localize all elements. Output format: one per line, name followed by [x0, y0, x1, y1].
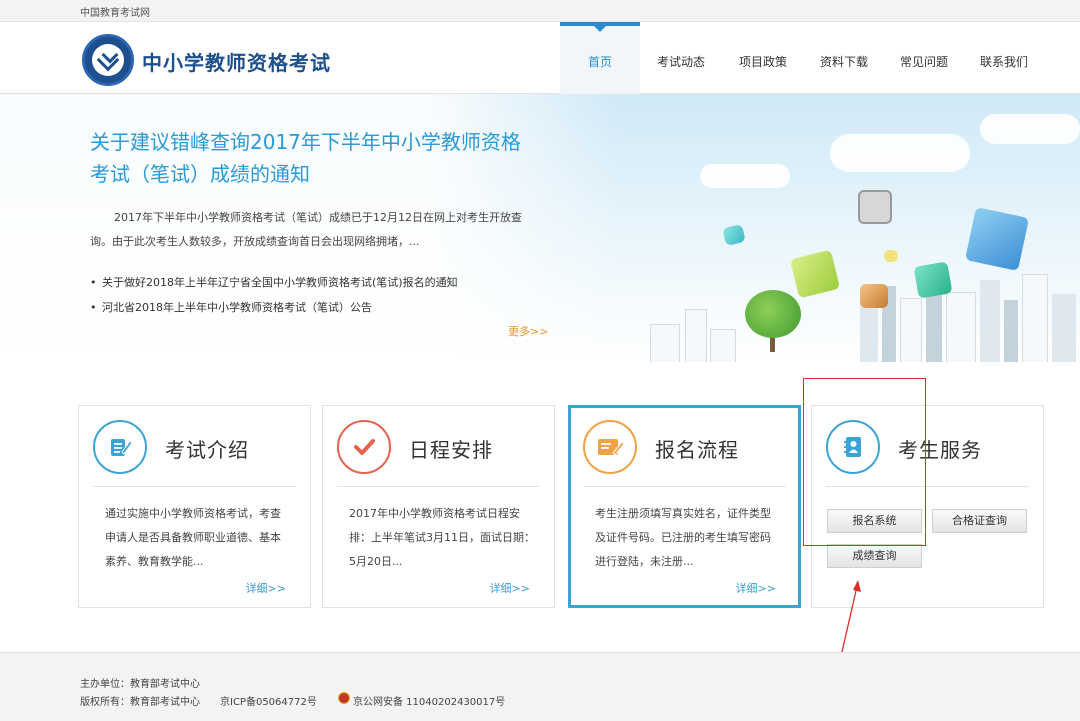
document-edit-icon: [93, 420, 147, 474]
footer: 主办单位：教育部考试中心 版权所有：教育部考试中心 京ICP备05064772号…: [0, 652, 1080, 721]
cube-decoration: [858, 190, 892, 224]
card-text: 通过实施中小学教师资格考试，考查申请人是否具备教师职业道德、基本素养、教育教学能…: [105, 507, 281, 568]
news-headline[interactable]: 关于建议错峰查询2017年下半年中小学教师资格考试（笔试）成绩的通知: [90, 126, 540, 190]
cube-decoration: [913, 261, 953, 299]
top-strip: 中国教育考试网: [0, 0, 1080, 22]
nav-home[interactable]: 首页: [560, 22, 640, 94]
news-summary: 2017年下半年中小学教师资格考试（笔试）成绩已于12月12日在网上对考生开放查…: [90, 211, 522, 248]
card-title: 考试介绍: [165, 438, 249, 462]
card-more-link[interactable]: 详细>>: [736, 580, 776, 596]
main-nav: 首页 考试动态 项目政策 资料下载 常见问题 联系我们: [560, 22, 1044, 94]
cube-decoration: [884, 250, 898, 262]
nav-policy[interactable]: 项目政策: [722, 22, 804, 94]
site-link[interactable]: 中国教育考试网: [80, 4, 150, 19]
logo-icon[interactable]: [82, 34, 134, 86]
nav-exam-news[interactable]: 考试动态: [640, 22, 722, 94]
news-item[interactable]: 河北省2018年上半年中小学教师资格考试（笔试）公告: [90, 295, 458, 320]
annotation-highlight-box: [803, 378, 926, 546]
cube-decoration: [860, 284, 888, 308]
cloud-decoration: [980, 114, 1080, 144]
news-banner: 关于建议错峰查询2017年下半年中小学教师资格考试（笔试）成绩的通知 2017年…: [0, 94, 1080, 362]
police-badge-icon: [338, 692, 350, 704]
nav-downloads[interactable]: 资料下载: [804, 22, 884, 94]
tree-decoration: [745, 290, 801, 338]
nav-faq[interactable]: 常见问题: [884, 22, 964, 94]
footer-copyright: 版权所有：教育部考试中心: [80, 697, 200, 708]
footer-police-record[interactable]: 京公网安备 11040202430017号: [353, 693, 505, 708]
card-schedule[interactable]: 日程安排 2017年中小学教师资格考试日程安排：上半年笔试3月11日，面试日期：…: [322, 405, 555, 608]
card-more-link[interactable]: 详细>>: [490, 580, 530, 596]
more-news-link[interactable]: 更多>>: [508, 323, 548, 339]
card-exam-intro[interactable]: 考试介绍 通过实施中小学教师资格考试，考查申请人是否具备教师职业道德、基本素养、…: [78, 405, 311, 608]
nav-contact[interactable]: 联系我们: [964, 22, 1044, 94]
card-registration-process[interactable]: 报名流程 考生注册须填写真实姓名，证件类型及证件号码。已注册的考生填写密码进行登…: [568, 405, 801, 608]
cloud-decoration: [700, 164, 790, 188]
site-title[interactable]: 中小学教师资格考试: [142, 47, 331, 76]
card-text: 2017年中小学教师资格考试日程安排：上半年笔试3月11日，面试日期：5月20日…: [349, 507, 535, 568]
card-title: 日程安排: [409, 438, 493, 462]
score-query-button[interactable]: 成绩查询: [827, 544, 922, 568]
card-title: 报名流程: [655, 438, 739, 462]
header: 中小学教师资格考试 首页 考试动态 项目政策 资料下载 常见问题 联系我们: [0, 22, 1080, 94]
footer-sponsor: 主办单位：教育部考试中心: [80, 679, 200, 690]
card-more-link[interactable]: 详细>>: [246, 580, 286, 596]
form-pen-icon: [583, 420, 637, 474]
news-item[interactable]: 关于做好2018年上半年辽宁省全国中小学教师资格考试(笔试)报名的通知: [90, 270, 458, 295]
news-list: 关于做好2018年上半年辽宁省全国中小学教师资格考试(笔试)报名的通知 河北省2…: [90, 270, 458, 320]
cloud-decoration: [830, 134, 970, 172]
cube-decoration: [722, 223, 746, 247]
cube-decoration: [964, 206, 1030, 272]
footer-icp[interactable]: 京ICP备05064772号: [220, 693, 317, 708]
certificate-query-button[interactable]: 合格证查询: [932, 509, 1027, 533]
checkmark-icon: [337, 420, 391, 474]
card-text: 考生注册须填写真实姓名，证件类型及证件号码。已注册的考生填写密码进行登陆，未注册…: [595, 507, 771, 568]
